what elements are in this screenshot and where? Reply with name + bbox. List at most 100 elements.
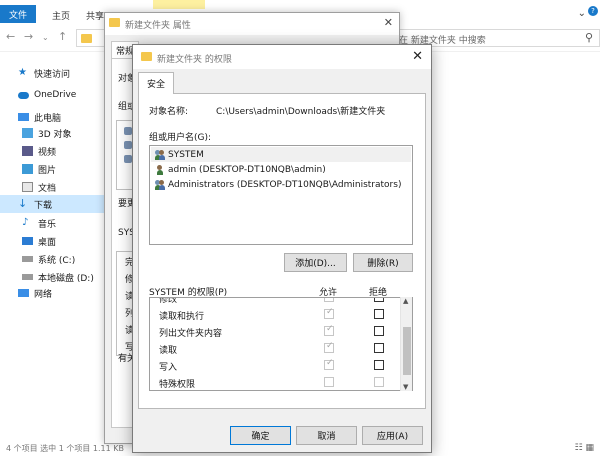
sidebar-item-downloads[interactable]: ↓ 下载 (0, 195, 104, 213)
user-row-system[interactable]: SYSTEM (151, 147, 411, 162)
sidebar-item-label: 图片 (38, 165, 57, 176)
sidebar-item-pictures[interactable]: 图片 (22, 160, 56, 178)
user-group-icon (155, 149, 165, 160)
user-icon (124, 155, 132, 163)
forward-arrow-icon[interactable]: → (24, 30, 33, 43)
permission-list: 修改 ✓ 读取和执行 ✓ 列出文件夹内容 ✓ 读取 ✓ 写入 ✓ 特殊权限 (149, 297, 413, 391)
permission-row-read-execute: 读取和执行 ✓ (150, 306, 400, 322)
sidebar-item-documents[interactable]: 文档 (22, 178, 56, 196)
object-name-label: 对象名称: (149, 107, 189, 117)
sidebar-item-videos[interactable]: 视频 (22, 142, 56, 160)
deny-checkbox[interactable] (374, 377, 384, 387)
group-users-label: 组或用户名(G): (149, 133, 212, 143)
search-icon: ⚲ (584, 31, 593, 44)
ribbon-tab-file[interactable]: 文件 (0, 5, 36, 23)
sidebar: ★ 快速访问 OneDrive 此电脑 3D 对象 视频 图片 文档 ↓ 下载 … (0, 58, 104, 438)
permission-scrollbar[interactable]: ▲ ▼ (400, 297, 412, 391)
sidebar-item-onedrive[interactable]: OneDrive (18, 86, 76, 104)
sidebar-item-label: 文档 (38, 183, 57, 194)
user-name: Administrators (DESKTOP-DT10NQB\Administ… (168, 179, 402, 190)
sidebar-item-label: 视频 (38, 147, 57, 158)
deny-checkbox[interactable] (374, 309, 384, 319)
allow-checkbox[interactable]: ✓ (324, 358, 334, 370)
allow-checkbox[interactable]: ✓ (324, 298, 334, 302)
permissions-titlebar: 新建文件夹 的权限 ✕ (133, 45, 431, 69)
user-list[interactable]: SYSTEM admin (DESKTOP-DT10NQB\admin) Adm… (149, 145, 413, 245)
user-icon (155, 164, 165, 175)
desktop-icon (22, 237, 33, 245)
ribbon-tab-share[interactable]: 共享 (86, 9, 104, 22)
recent-chevron-icon[interactable]: ⌄ (42, 33, 49, 42)
apply-button[interactable]: 应用(A) (362, 426, 423, 445)
allow-checkbox[interactable]: ✓ (324, 341, 334, 353)
sidebar-item-quick-access[interactable]: ★ 快速访问 (18, 64, 70, 82)
object-path: C:\Users\admin\Downloads\新建文件夹 (216, 107, 386, 117)
sidebar-item-desktop[interactable]: 桌面 (22, 232, 56, 250)
user-icon (124, 141, 132, 149)
permission-row-special: 特殊权限 (150, 374, 400, 390)
cube-icon (22, 128, 33, 138)
permissions-dialog: 新建文件夹 的权限 ✕ 安全 对象名称: C:\Users\admin\Down… (132, 44, 432, 453)
deny-checkbox[interactable] (374, 298, 384, 302)
permission-name: 读取和执行 (159, 312, 205, 322)
system-drive-icon (22, 256, 33, 262)
download-arrow-icon: ↓ (18, 197, 28, 210)
sidebar-item-label: OneDrive (34, 90, 77, 100)
help-icon[interactable]: ? (588, 6, 598, 16)
sidebar-item-label: 桌面 (38, 237, 57, 248)
remove-button[interactable]: 删除(R) (353, 253, 413, 272)
up-arrow-icon[interactable]: ↑ (58, 30, 67, 43)
allow-checkbox[interactable]: ✓ (324, 324, 334, 336)
deny-checkbox[interactable] (374, 343, 384, 353)
folder-icon (81, 34, 92, 43)
add-button[interactable]: 添加(D)... (284, 253, 347, 272)
allow-checkbox[interactable]: ✓ (324, 307, 334, 319)
sidebar-item-label: 快速访问 (34, 69, 71, 80)
close-icon[interactable]: ✕ (384, 16, 393, 29)
close-icon[interactable]: ✕ (412, 49, 423, 64)
permission-name: 读取 (159, 346, 178, 356)
tab-security[interactable]: 安全 (138, 72, 174, 94)
view-toggle-icons[interactable]: ☷ ▦ (575, 443, 594, 453)
video-icon (22, 146, 33, 156)
cloud-icon (18, 91, 29, 99)
ribbon-context-tab[interactable] (153, 0, 205, 9)
network-icon (18, 289, 29, 297)
user-name: SYSTEM (168, 149, 204, 160)
deny-checkbox[interactable] (374, 360, 384, 370)
cancel-button[interactable]: 取消 (296, 426, 357, 445)
user-row-admin[interactable]: admin (DESKTOP-DT10NQB\admin) (151, 162, 411, 177)
sidebar-item-drive-c[interactable]: 系统 (C:) (22, 250, 75, 268)
sidebar-item-label: 网络 (34, 289, 53, 300)
drive-icon (22, 274, 33, 280)
document-icon (22, 182, 33, 192)
permission-name: 列出文件夹内容 (159, 329, 223, 339)
star-icon: ★ (18, 67, 27, 78)
permission-name: 特殊权限 (159, 380, 196, 390)
sidebar-item-label: 此电脑 (34, 113, 62, 124)
sidebar-item-label: 本地磁盘 (D:) (38, 273, 94, 284)
sidebar-item-label: 下载 (34, 200, 53, 211)
back-arrow-icon[interactable]: ← (6, 30, 15, 43)
scroll-down-icon[interactable]: ▼ (403, 383, 408, 391)
sidebar-item-music[interactable]: ♪ 音乐 (22, 214, 56, 232)
computer-icon (18, 113, 29, 121)
folder-icon (141, 52, 152, 61)
ribbon-tab-home[interactable]: 主页 (52, 9, 70, 22)
deny-checkbox[interactable] (374, 326, 384, 336)
picture-icon (22, 164, 33, 174)
user-row-administrators[interactable]: Administrators (DESKTOP-DT10NQB\Administ… (151, 177, 411, 192)
sidebar-item-network[interactable]: 网络 (18, 284, 52, 302)
allow-checkbox[interactable] (324, 377, 334, 387)
sidebar-item-3d-objects[interactable]: 3D 对象 (22, 124, 72, 142)
permission-row-write: 写入 ✓ (150, 357, 400, 373)
address-bar[interactable] (76, 29, 106, 47)
user-icon (124, 127, 132, 135)
user-name: admin (DESKTOP-DT10NQB\admin) (168, 164, 326, 175)
sidebar-item-label: 音乐 (38, 219, 57, 230)
permission-row-read: 读取 ✓ (150, 340, 400, 356)
ok-button[interactable]: 确定 (230, 426, 291, 445)
scroll-thumb[interactable] (403, 327, 411, 375)
scroll-up-icon[interactable]: ▲ (403, 297, 408, 305)
chevron-down-icon[interactable]: ⌄ (578, 8, 586, 19)
